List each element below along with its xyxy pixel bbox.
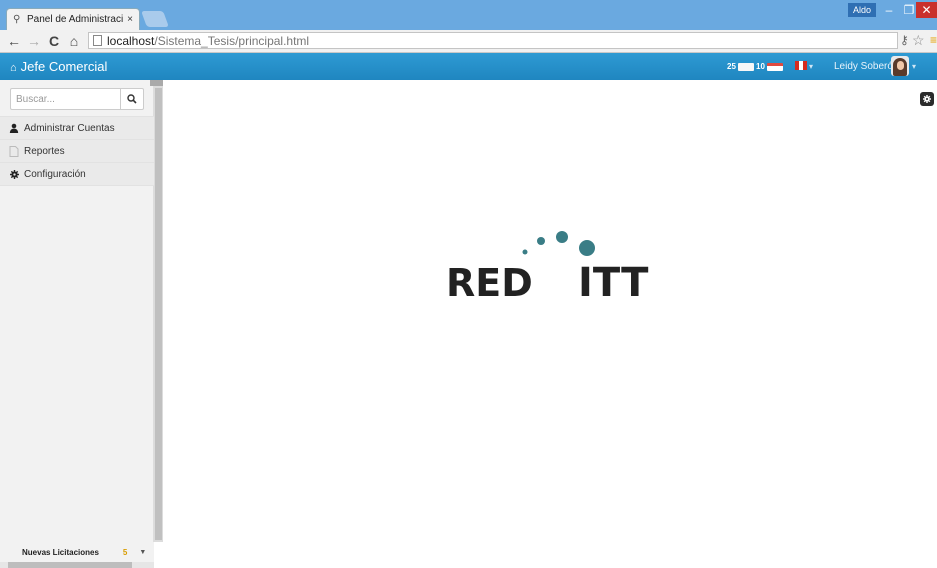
bookmark-star-icon[interactable]: ☆ (912, 32, 925, 49)
new-tab-button[interactable] (141, 11, 169, 27)
url-host: localhost (107, 33, 155, 48)
search-input[interactable] (10, 88, 120, 110)
sidebar-menu: Administrar Cuentas Reportes Configuraci… (0, 116, 154, 186)
reload-icon[interactable]: C (46, 33, 62, 49)
home-icon[interactable]: ⌂ (66, 33, 82, 49)
minimize-icon[interactable]: – (878, 2, 900, 18)
address-bar[interactable]: localhost /Sistema_Tesis/principal.html (88, 32, 898, 49)
sidebar-collapse-handle[interactable] (150, 80, 163, 86)
brand-link[interactable]: ⌂ Jefe Comercial (10, 59, 107, 74)
chevron-down-icon[interactable]: ▼ (139, 549, 146, 556)
logo-dot (556, 231, 568, 243)
tab-favicon-icon: ⚲ (13, 13, 21, 25)
settings-button[interactable] (920, 92, 934, 106)
search-icon (127, 94, 137, 104)
search-button[interactable] (120, 88, 144, 110)
calendar-count: 10 (756, 62, 765, 71)
sidebar-item-label: Reportes (24, 145, 65, 157)
gear-icon (8, 169, 20, 179)
browser-title-bar: ⚲ Panel de Administración × Aldo – ❐ ✕ (0, 0, 937, 30)
sidebar-search (10, 88, 144, 110)
gear-icon (923, 95, 931, 103)
logo-dot (537, 237, 545, 245)
sidebar-item-label: Configuración (24, 168, 86, 180)
user-icon (8, 123, 20, 133)
sidebar-item-administrar-cuentas[interactable]: Administrar Cuentas (0, 116, 154, 139)
url-path: /Sistema_Tesis/principal.html (154, 33, 310, 48)
logo-dot (579, 240, 595, 256)
user-menu-caret-icon[interactable]: ▾ (912, 62, 916, 71)
sidebar-horizontal-scrollbar[interactable] (0, 562, 154, 568)
browser-toolbar: ← → C ⌂ localhost /Sistema_Tesis/princip… (0, 30, 937, 53)
red-itt-logo: RED ITT (446, 231, 649, 306)
new-tenders-label: Nuevas Licitaciones (22, 547, 99, 557)
logo-word-right: ITT (578, 260, 649, 306)
tab-close-icon[interactable]: × (127, 14, 133, 25)
main-content (163, 80, 937, 568)
browser-menu-icon[interactable]: ≡ (930, 33, 937, 47)
close-window-icon[interactable]: ✕ (916, 2, 937, 18)
logo-dot (522, 249, 528, 255)
home-icon: ⌂ (10, 62, 17, 74)
browser-tab[interactable]: ⚲ Panel de Administración × (6, 8, 140, 30)
logo-word-left: RED (446, 261, 533, 305)
app-header: ⌂ Jefe Comercial 25 10 ▾ Leidy Soberón ▾ (0, 53, 937, 80)
sidebar: Administrar Cuentas Reportes Configuraci… (0, 80, 154, 568)
messages-badge[interactable]: 25 (727, 59, 754, 74)
page-icon (93, 35, 102, 46)
calendar-icon (766, 62, 783, 71)
key-icon[interactable]: ⚷ (900, 33, 909, 47)
language-caret-icon[interactable]: ▾ (809, 62, 813, 71)
brand-label: Jefe Comercial (20, 59, 108, 74)
new-tenders-widget[interactable]: Nuevas Licitaciones 5 ▼ (0, 542, 154, 562)
sidebar-item-reportes[interactable]: Reportes (0, 139, 154, 162)
envelope-icon (737, 62, 754, 71)
document-icon (8, 145, 20, 157)
horizontal-scrollbar-thumb[interactable] (8, 562, 132, 568)
forward-arrow-icon[interactable]: → (26, 33, 42, 49)
tab-title: Panel de Administración (27, 14, 124, 25)
sidebar-item-label: Administrar Cuentas (24, 122, 115, 134)
calendar-badge[interactable]: 10 (756, 59, 783, 74)
avatar[interactable] (891, 56, 909, 76)
profile-chip[interactable]: Aldo (848, 3, 876, 17)
user-name[interactable]: Leidy Soberón (834, 61, 899, 72)
sidebar-scrollbar-thumb[interactable] (155, 88, 162, 540)
language-flag-icon[interactable] (795, 61, 807, 70)
back-arrow-icon[interactable]: ← (6, 33, 22, 49)
new-tenders-count: 5 (122, 547, 128, 557)
messages-count: 25 (727, 62, 736, 71)
sidebar-item-configuracion[interactable]: Configuración (0, 162, 154, 186)
